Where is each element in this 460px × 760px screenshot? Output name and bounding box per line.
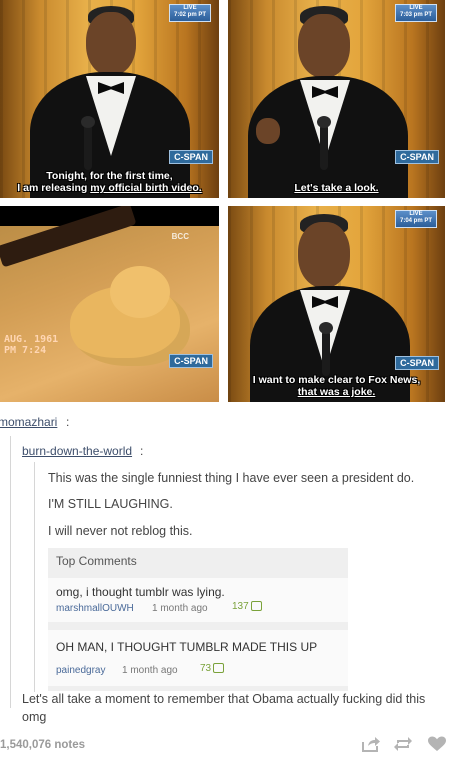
colon: : [66, 415, 70, 429]
share-icon[interactable] [362, 736, 380, 752]
figure-hand [256, 118, 280, 144]
final-comment: Let's all take a moment to remember that… [22, 692, 426, 724]
channel-logo: BCC [171, 232, 189, 241]
network-logo: C-SPAN [169, 150, 213, 164]
live-badge: LIVE 7:03 pm PT [395, 4, 437, 22]
comment-user-link[interactable]: marshmallOUWH [56, 603, 134, 614]
microphone [81, 116, 95, 170]
like-icon[interactable] [428, 736, 446, 752]
colon: : [140, 444, 144, 458]
live-badge: LIVE 7:02 pm PT [169, 4, 211, 22]
panel-caption: Let's take a look. [294, 182, 379, 194]
author-link[interactable]: momazhari [0, 415, 57, 429]
reblog-line-3: I will never not reblog this. [48, 524, 193, 538]
notes-count[interactable]: 1,540,076 notes [0, 739, 85, 751]
figure-head [86, 12, 136, 76]
network-logo: C-SPAN [395, 356, 439, 370]
comment-row: omg, i thought tumblr was lying. marshma… [48, 578, 348, 622]
network-logo: C-SPAN [169, 354, 213, 368]
comment-time: 1 month ago [122, 665, 178, 676]
meme-panel-4: LIVE 7:04 pm PT C-SPAN I want to make cl… [228, 206, 445, 402]
reblog-icon[interactable] [394, 736, 412, 752]
live-badge: LIVE 7:04 pm PT [395, 210, 437, 228]
thumbs-up-icon [213, 663, 225, 674]
panel-caption: Tonight, for the first time, I am releas… [17, 170, 202, 194]
comment-row: OH MAN, I THOUGHT TUMBLR MADE THIS UP pa… [48, 630, 348, 686]
meme-panel-2: LIVE 7:03 pm PT C-SPAN Let's take a look… [228, 0, 445, 198]
video-timestamp: AUG. 1961 PM 7:24 [4, 334, 59, 356]
lion-cub-head [110, 266, 170, 318]
network-logo: C-SPAN [395, 150, 439, 164]
reblog-line-2: I'M STILL LAUGHING. [48, 497, 173, 511]
quote-bar-outer [10, 436, 11, 708]
thumbs-up-icon [250, 601, 262, 612]
comment-votes[interactable]: 73 [200, 663, 225, 674]
figure-head [298, 14, 350, 78]
top-comments-heading: Top Comments [56, 554, 137, 568]
reblog-line-1: This was the single funniest thing I hav… [48, 471, 415, 485]
comment-text: omg, i thought tumblr was lying. [56, 585, 225, 599]
reblogger-link[interactable]: burn-down-the-world [22, 444, 132, 458]
meme-panel-3: BCC AUG. 1961 PM 7:24 C-SPAN [0, 206, 219, 402]
comment-text: OH MAN, I THOUGHT TUMBLR MADE THIS UP [56, 640, 318, 654]
meme-panel-1: LIVE 7:02 pm PT C-SPAN Tonight, for the … [0, 0, 219, 198]
microphone [319, 322, 333, 376]
figure-head [298, 222, 350, 288]
top-comments-box: Top Comments omg, i thought tumblr was l… [48, 548, 348, 691]
comment-user-link[interactable]: painedgray [56, 665, 105, 676]
microphone [317, 116, 331, 170]
comment-votes[interactable]: 137 [232, 601, 262, 612]
comment-time: 1 month ago [152, 603, 208, 614]
quote-bar-inner [34, 462, 35, 692]
panel-caption: I want to make clear to Fox News, that w… [252, 374, 421, 398]
